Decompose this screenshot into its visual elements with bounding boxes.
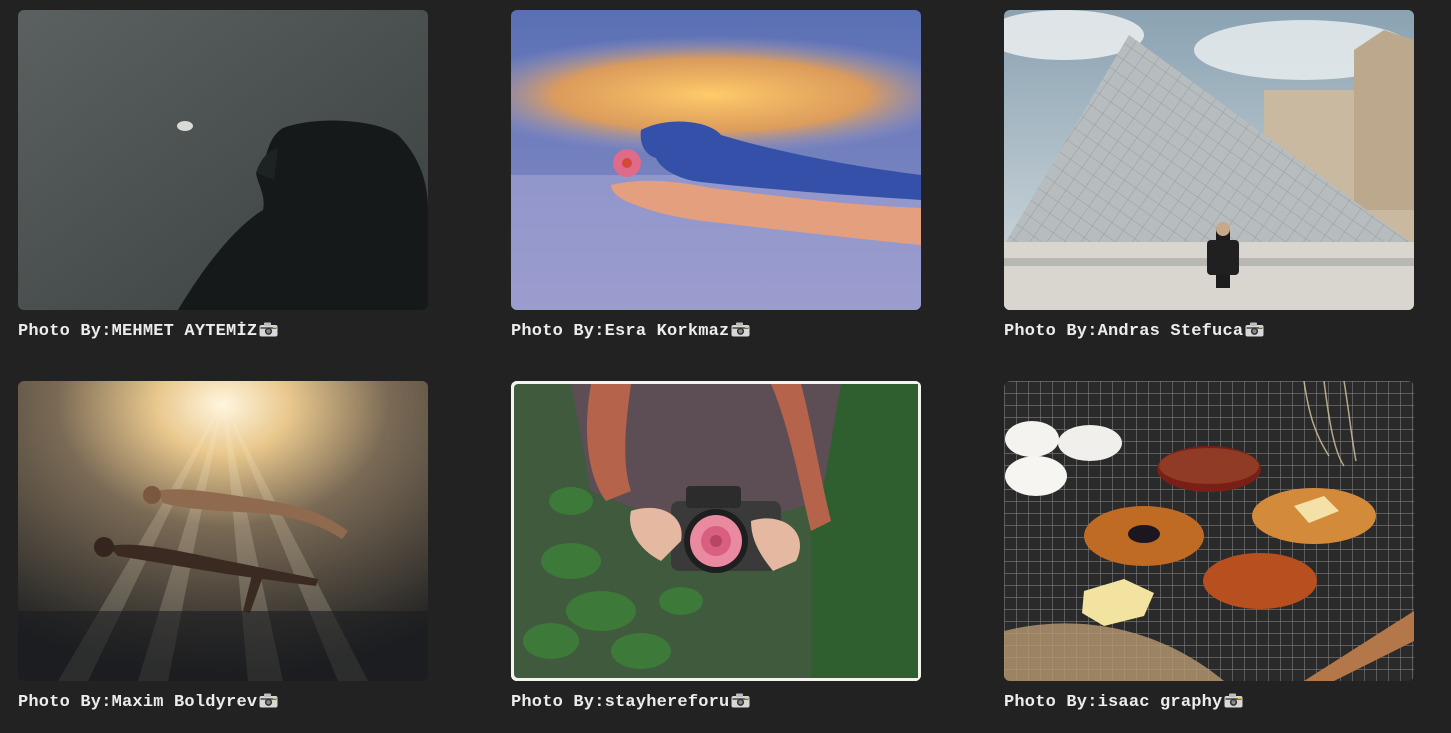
- credit-prefix: Photo By:: [18, 321, 112, 341]
- camera-icon: [1245, 322, 1264, 337]
- photo-author[interactable]: isaac graphy: [1098, 693, 1223, 712]
- photo-shadow-hand-flower: [511, 10, 921, 310]
- credit-prefix: Photo By:: [511, 692, 605, 712]
- credit-prefix: Photo By:: [1004, 321, 1098, 341]
- photo-author[interactable]: Maxim Boldyrev: [112, 693, 258, 712]
- photo-card: Photo By: Esra Korkmaz: [511, 10, 921, 342]
- credit-prefix: Photo By:: [18, 692, 112, 712]
- photo-image[interactable]: [511, 381, 921, 681]
- photo-card: Photo By: Maxim Boldyrev: [18, 381, 428, 713]
- photo-image[interactable]: [511, 10, 921, 310]
- photo-card: Photo By: stayhereforu: [511, 381, 921, 713]
- photo-credit: Photo By: Esra Korkmaz: [511, 320, 921, 342]
- credit-prefix: Photo By:: [1004, 692, 1098, 712]
- photo-credit: Photo By: stayhereforu: [511, 691, 921, 713]
- photo-silhouette-moon: [18, 10, 428, 310]
- photo-card: Photo By: Andras Stefuca: [1004, 10, 1414, 342]
- camera-icon: [259, 322, 278, 337]
- photo-gallery: Photo By: MEHMET AYTEMİZ Photo By: Esra …: [0, 0, 1451, 733]
- camera-icon: [731, 693, 750, 708]
- photo-author[interactable]: Andras Stefuca: [1098, 322, 1244, 341]
- camera-icon: [259, 693, 278, 708]
- photo-camera-rose: [511, 381, 921, 681]
- photo-credit: Photo By: Andras Stefuca: [1004, 320, 1414, 342]
- photo-card: Photo By: MEHMET AYTEMİZ: [18, 10, 428, 342]
- photo-credit: Photo By: MEHMET AYTEMİZ: [18, 320, 428, 342]
- photo-author[interactable]: Esra Korkmaz: [605, 322, 730, 341]
- photo-credit: Photo By: Maxim Boldyrev: [18, 691, 428, 713]
- photo-image[interactable]: [1004, 10, 1414, 310]
- camera-icon: [731, 322, 750, 337]
- photo-image[interactable]: [18, 381, 428, 681]
- photo-underwater-swimmers: [18, 381, 428, 681]
- photo-card: Photo By: isaac graphy: [1004, 381, 1414, 713]
- camera-icon: [1224, 693, 1243, 708]
- photo-author[interactable]: MEHMET AYTEMİZ: [112, 322, 258, 341]
- photo-glass-pyramid: [1004, 10, 1414, 310]
- photo-credit: Photo By: isaac graphy: [1004, 691, 1414, 713]
- photo-pastries-rack: [1004, 381, 1414, 681]
- photo-image[interactable]: [18, 10, 428, 310]
- photo-author[interactable]: stayhereforu: [605, 693, 730, 712]
- credit-prefix: Photo By:: [511, 321, 605, 341]
- photo-image[interactable]: [1004, 381, 1414, 681]
